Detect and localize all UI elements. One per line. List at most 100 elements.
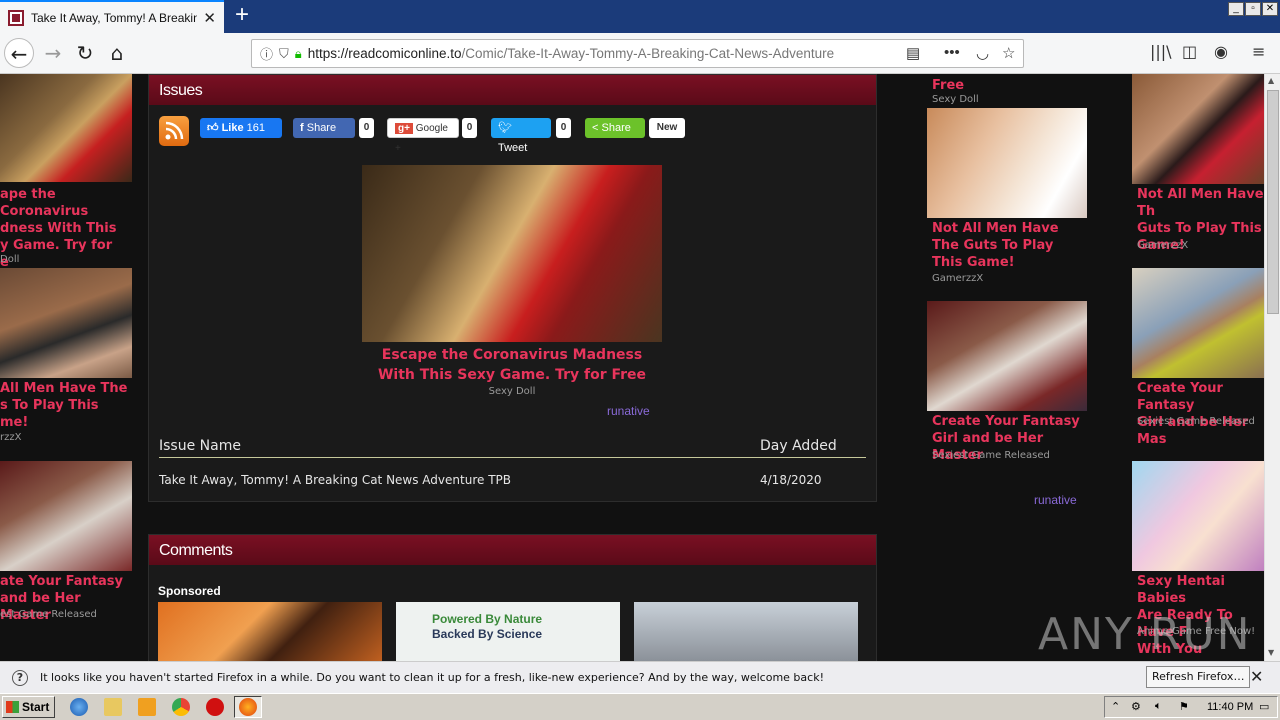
sidebar-icon[interactable]: ◫ bbox=[1182, 42, 1197, 61]
system-tray: ⌃ ⚙︎ 🔈︎ ⚑ 11:40 PM ▭ bbox=[1104, 696, 1278, 718]
scroll-up-icon[interactable]: ▲ bbox=[1268, 76, 1274, 85]
sponsored-ad-image[interactable]: Powered By Nature Backed By Science bbox=[396, 602, 620, 661]
back-button[interactable]: ← bbox=[4, 38, 34, 68]
rss-icon[interactable] bbox=[159, 116, 189, 146]
tray-expand-icon[interactable]: ⌃ bbox=[1111, 700, 1120, 713]
firefox-taskbar-button[interactable] bbox=[234, 696, 262, 718]
runative-logo[interactable]: runative bbox=[1034, 493, 1077, 507]
issue-table-header: Issue Name Day Added bbox=[159, 436, 866, 458]
refresh-firefox-button[interactable]: Refresh Firefox… bbox=[1146, 666, 1251, 688]
reader-view-icon[interactable]: ▤ bbox=[906, 44, 920, 62]
google-plus-count: 0 bbox=[462, 118, 477, 138]
ad-source: GamerzzX bbox=[1137, 240, 1189, 251]
ad-thumbnail[interactable] bbox=[1132, 461, 1264, 571]
tweet-count: 0 bbox=[556, 118, 571, 138]
ad-thumbnail[interactable] bbox=[927, 108, 1087, 218]
forward-button[interactable]: → bbox=[38, 38, 68, 68]
library-icon[interactable]: |||\ bbox=[1150, 42, 1172, 61]
ad-thumbnail[interactable] bbox=[1132, 74, 1264, 184]
notification-message: It looks like you haven't started Firefo… bbox=[40, 671, 824, 684]
pocket-icon[interactable]: ◡ bbox=[976, 44, 989, 62]
firefox-icon bbox=[239, 698, 257, 716]
page-actions-icon[interactable]: ••• bbox=[944, 44, 960, 61]
show-desktop-icon[interactable]: ▭ bbox=[1259, 700, 1269, 713]
maximize-button[interactable]: ▫ bbox=[1245, 2, 1261, 16]
start-button[interactable]: Start bbox=[2, 696, 55, 718]
shield-icon[interactable]: ⛉ bbox=[279, 46, 289, 62]
ie-icon[interactable] bbox=[70, 698, 88, 716]
window-close-button[interactable]: ✕ bbox=[1262, 2, 1278, 16]
notification-close-icon[interactable]: ✕ bbox=[1250, 667, 1263, 686]
ad-title-link[interactable]: ape the Coronavirus dness With This y Ga… bbox=[0, 186, 132, 271]
share-new-badge: New bbox=[649, 118, 685, 138]
issues-panel: Issues 👍︎ Like 161 f Share 0 g+ Google +… bbox=[148, 74, 877, 502]
ad-title-link[interactable]: Free bbox=[932, 77, 964, 94]
ad-thumbnail[interactable] bbox=[927, 301, 1087, 411]
new-tab-button[interactable]: + bbox=[229, 3, 255, 29]
thumbs-up-icon: 👍︎ bbox=[207, 122, 219, 134]
scroll-down-icon[interactable]: ▼ bbox=[1268, 648, 1274, 657]
google-plus-icon: g+ bbox=[395, 123, 413, 134]
opera-icon[interactable] bbox=[206, 698, 224, 716]
share-button[interactable]: < Share bbox=[585, 118, 645, 138]
ad-title-link[interactable]: All Men Have The s To Play This me! bbox=[0, 380, 132, 431]
folder-icon[interactable] bbox=[104, 698, 122, 716]
account-icon[interactable]: ◉ bbox=[1214, 42, 1228, 61]
facebook-like-button[interactable]: 👍︎ Like 161 bbox=[200, 118, 282, 138]
ad-source: Sexy Doll bbox=[488, 386, 536, 397]
url-path: /Comic/Take-It-Away-Tommy-A-Breaking-Cat… bbox=[461, 46, 835, 61]
sponsored-ad-image[interactable] bbox=[634, 602, 858, 661]
minimize-button[interactable]: _ bbox=[1228, 2, 1244, 16]
network-icon[interactable]: ⚙︎ bbox=[1131, 700, 1141, 713]
ad-source: GamerzzX bbox=[932, 273, 984, 284]
ad-title-link[interactable]: Escape the Coronavirus Madness With This… bbox=[362, 345, 662, 385]
tab-close-icon[interactable]: ✕ bbox=[203, 9, 216, 27]
ad-thumbnail[interactable] bbox=[0, 461, 132, 571]
address-bar[interactable]: ⓘ ⛉ 🔒︎ https://readcomiconline.to/Comic/… bbox=[251, 39, 1024, 68]
info-icon[interactable]: ⓘ bbox=[260, 44, 273, 63]
ad-banner-image[interactable] bbox=[362, 165, 662, 342]
tweet-button[interactable]: 🐦︎ Tweet bbox=[491, 118, 551, 154]
ad-thumbnail[interactable] bbox=[1132, 268, 1264, 378]
url-host: https://readcomiconline.to bbox=[307, 46, 462, 61]
runative-logo[interactable]: runative bbox=[607, 404, 650, 418]
clock[interactable]: 11:40 PM bbox=[1207, 701, 1253, 713]
sponsored-ad-text: Powered By Nature bbox=[432, 612, 543, 626]
column-header-day-added: Day Added bbox=[760, 438, 837, 454]
page-scrollbar[interactable]: ▲ ▼ bbox=[1264, 74, 1280, 661]
ad-thumbnail[interactable] bbox=[0, 268, 132, 378]
navigation-toolbar: ← → ↻ ⌂ ⓘ ⛉ 🔒︎ https://readcomiconline.t… bbox=[0, 33, 1280, 74]
lock-icon[interactable]: 🔒︎ bbox=[295, 46, 302, 62]
anyrun-watermark: ANY RUN bbox=[1038, 609, 1252, 660]
tab-title: Take It Away, Tommy! A Breaking Cat News… bbox=[31, 10, 198, 25]
scroll-thumb[interactable] bbox=[1267, 90, 1279, 314]
volume-icon[interactable]: 🔈︎ bbox=[1155, 700, 1162, 713]
ad-thumbnail[interactable] bbox=[0, 74, 132, 182]
web-page: ape the Coronavirus dness With This y Ga… bbox=[0, 74, 1264, 661]
google-plus-button[interactable]: g+ Google + bbox=[387, 118, 459, 154]
issue-link[interactable]: Take It Away, Tommy! A Breaking Cat News… bbox=[159, 473, 511, 487]
comments-panel: Comments Sponsored Powered By Nature Bac… bbox=[148, 534, 877, 661]
share-icon: < bbox=[592, 122, 599, 134]
ad-source: rzzX bbox=[0, 432, 22, 443]
home-button[interactable]: ⌂ bbox=[102, 38, 132, 68]
bookmark-star-icon[interactable]: ☆ bbox=[1002, 44, 1015, 62]
facebook-share-button[interactable]: f Share bbox=[293, 118, 355, 138]
active-tab[interactable]: Take It Away, Tommy! A Breaking Cat News… bbox=[0, 0, 224, 33]
reload-button[interactable]: ↻ bbox=[70, 38, 100, 68]
ad-title-link[interactable]: Create Your Fantasy Girl and be Her Mas bbox=[1137, 380, 1264, 448]
menu-icon[interactable]: ≡ bbox=[1252, 42, 1265, 61]
windows-taskbar: Start ⌃ ⚙︎ 🔈︎ ⚑ 11:40 PM ▭ bbox=[0, 693, 1280, 720]
sponsored-ad-image[interactable] bbox=[158, 602, 382, 661]
ad-title-link[interactable]: Not All Men Have The Guts To Play This G… bbox=[932, 220, 1082, 271]
windows-logo-icon bbox=[6, 701, 19, 713]
site-favicon-icon bbox=[8, 9, 24, 26]
action-center-flag-icon[interactable]: ⚑ bbox=[1179, 700, 1189, 713]
twitter-bird-icon: 🐦︎ bbox=[498, 122, 512, 134]
comments-header: Comments bbox=[149, 535, 876, 565]
facebook-share-count: 0 bbox=[359, 118, 374, 138]
tab-strip: Take It Away, Tommy! A Breaking Cat News… bbox=[0, 0, 1280, 33]
issues-header: Issues bbox=[149, 75, 876, 105]
chrome-icon[interactable] bbox=[172, 698, 190, 716]
media-player-icon[interactable] bbox=[138, 698, 156, 716]
